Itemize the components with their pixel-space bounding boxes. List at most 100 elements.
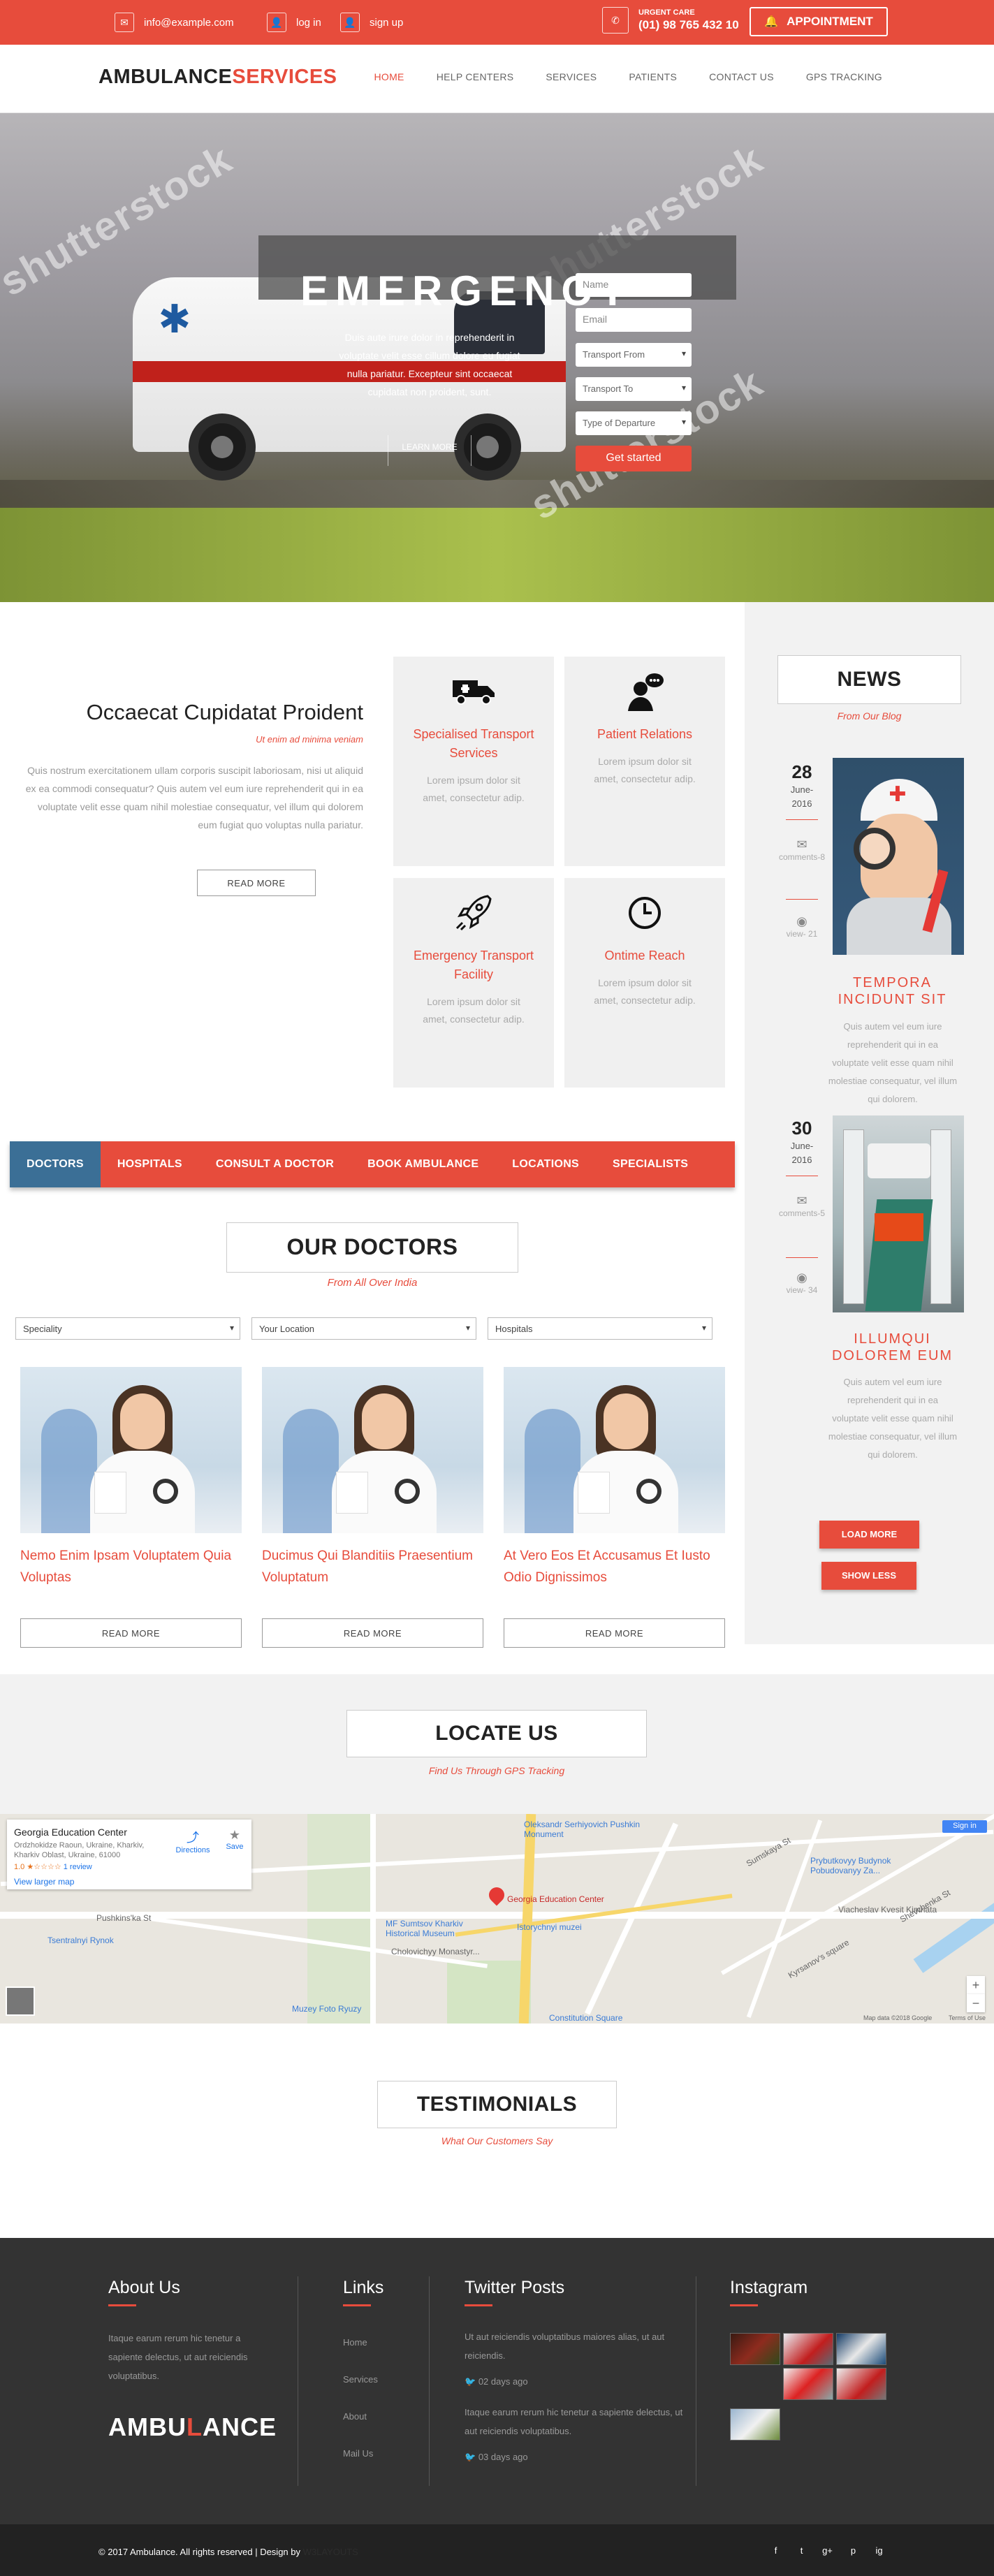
name-input[interactable]: Name [576,273,692,297]
google-map[interactable]: Georgia Education Center Oleksandr Serhi… [0,1814,994,2024]
tweet-time-text: 03 days ago [478,2452,528,2462]
instagram-thumbnail[interactable] [783,2368,833,2400]
news-title-item[interactable]: ILLUMQUI DOLOREM EUM [817,1331,967,1364]
map-credits: Map data ©2018 Google [863,2014,933,2021]
news-title-item[interactable]: TEMPORA INCIDUNT SIT [817,974,967,1008]
tab-consult-a-doctor[interactable]: CONSULT A DOCTOR [199,1141,351,1187]
instagram-icon[interactable]: ig [866,2545,892,2556]
tab-specialists[interactable]: SPECIALISTS [596,1141,705,1187]
location-select[interactable]: Your Location [251,1317,476,1340]
eye-icon: ◉ [796,1271,807,1285]
instagram-thumbnail[interactable] [783,2333,833,2365]
signup-link[interactable]: 👤 sign up [340,13,403,32]
directions-button[interactable]: ⤴ Directions [172,1828,214,1854]
doctor-read-more-button[interactable]: READ MORE [20,1618,242,1648]
footer-link-mail-us[interactable]: Mail Us [343,2448,373,2459]
hospitals-select[interactable]: Hospitals [488,1317,712,1340]
appointment-button[interactable]: 🔔 APPOINTMENT [750,7,888,36]
divider [108,2304,136,2306]
tweet-text: Ut aut reiciendis voluptatibus maiores a… [465,2332,665,2361]
news-year: 2016 [791,1155,812,1165]
instagram-thumbnail[interactable] [836,2333,886,2365]
transport-from-select[interactable]: Transport From [576,343,692,367]
doctor-name[interactable]: At Vero Eos Et Accusamus Et Iusto Odio D… [504,1545,725,1588]
view-larger-map-link[interactable]: View larger map [14,1877,244,1887]
map-signin-button[interactable]: Sign in [942,1820,987,1833]
doctor-name[interactable]: Ducimus Qui Blanditiis Praesentium Volup… [262,1545,483,1588]
doctor-read-more-button[interactable]: READ MORE [262,1618,483,1648]
map-pin-label: Georgia Education Center [507,1894,604,1904]
instagram-thumbnail[interactable] [730,2408,780,2440]
appointment-label: APPOINTMENT [787,15,873,28]
instagram-thumbnail[interactable] [836,2368,886,2400]
divider [343,2304,371,2306]
service-card[interactable]: Ontime Reach Lorem ipsum dolor sit amet,… [564,878,725,1088]
instagram-thumbnail[interactable] [730,2333,780,2365]
street-view-thumbnail[interactable] [6,1986,35,2016]
service-card[interactable]: Specialised Transport Services Lorem ips… [393,657,554,866]
learn-more-button[interactable]: LEARN MORE [388,435,472,466]
locate-title: LOCATE US [435,1722,558,1745]
news-comments[interactable]: ✉ comments-5 [777,1194,826,1220]
footer-link-services[interactable]: Services [343,2374,378,2385]
tab-doctors[interactable]: DOCTORS [10,1141,101,1187]
login-link[interactable]: 👤 log in [267,13,321,32]
speciality-select[interactable]: Speciality [15,1317,240,1340]
login-text: log in [296,16,321,29]
get-started-button[interactable]: Get started [576,446,692,471]
news-comments[interactable]: ✉ comments-8 [777,838,826,863]
logo-text-b: ANCE [202,2413,277,2441]
footer-logo[interactable]: AMBULANCE [108,2413,277,2442]
hero-text: Duis aute irure dolor in reprehenderit i… [339,332,520,397]
email-link[interactable]: ✉ info@example.com [115,13,234,32]
map-pin-icon[interactable] [485,1884,508,1906]
google-plus-icon[interactable]: g+ [814,2545,840,2556]
tab-hospitals[interactable]: HOSPITALS [101,1141,199,1187]
departure-type-select[interactable]: Type of Departure [576,411,692,435]
email-input[interactable]: Email [576,308,692,332]
clock-icon [564,888,725,937]
nav-item-patients[interactable]: PATIENTS [629,71,677,82]
nav-item-gps-tracking[interactable]: GPS TRACKING [806,71,882,82]
designer-link[interactable]: W3LAYOUTS [303,2547,358,2557]
about-read-more-button[interactable]: READ MORE [197,870,316,896]
footer-link-home[interactable]: Home [343,2337,367,2348]
top-bar: ✉ info@example.com 👤 log in 👤 sign up ✆ … [0,0,994,45]
divider [465,2304,492,2306]
news-image[interactable]: ✚ [833,758,964,955]
user-plus-icon: 👤 [340,13,360,32]
pinterest-icon[interactable]: p [840,2545,866,2556]
zoom-in-button[interactable]: + [967,1976,985,1994]
rating-value: 1.0 [14,1863,25,1871]
service-card[interactable]: Patient Relations Lorem ipsum dolor sit … [564,657,725,866]
nav-item-help-centers[interactable]: HELP CENTERS [437,71,514,82]
load-more-button[interactable]: LOAD MORE [819,1521,919,1549]
nav-item-contact-us[interactable]: CONTACT US [709,71,774,82]
news-image[interactable] [833,1115,964,1312]
save-label: Save [226,1843,244,1851]
service-card[interactable]: Emergency Transport Facility Lorem ipsum… [393,878,554,1088]
logo-text-a: AMBU [108,2413,187,2441]
footer-about-text: Itaque earum rerum hic tenetur a sapient… [108,2333,248,2381]
site-logo[interactable]: AMBULANCESERVICES [98,66,337,89]
doctor-name[interactable]: Nemo Enim Ipsam Voluptatem Quia Voluptas [20,1545,242,1588]
urgent-care-phone[interactable]: ✆ URGENT CARE (01) 98 765 432 10 [602,7,739,34]
tab-book-ambulance[interactable]: BOOK AMBULANCE [351,1141,495,1187]
tab-locations[interactable]: LOCATIONS [495,1141,596,1187]
footer-link-about[interactable]: About [343,2411,367,2422]
show-less-button[interactable]: SHOW LESS [821,1562,916,1590]
nav-item-services[interactable]: SERVICES [546,71,597,82]
twitter-icon[interactable]: t [789,2545,814,2556]
star-of-life-icon: ✱ [158,297,191,341]
save-button[interactable]: ★ Save [214,1828,256,1851]
facebook-icon[interactable]: f [763,2545,789,2556]
zoom-out-button[interactable]: − [967,1994,985,2012]
map-terms-link[interactable]: Terms of Use [949,2014,986,2021]
review-count[interactable]: 1 review [64,1863,92,1871]
transport-to-select[interactable]: Transport To [576,377,692,401]
divider [730,2304,758,2306]
testimonials-subtitle: What Our Customers Say [441,2135,553,2146]
map-label: Constitution Square [549,2013,623,2023]
doctor-read-more-button[interactable]: READ MORE [504,1618,725,1648]
nav-item-home[interactable]: HOME [374,71,404,82]
